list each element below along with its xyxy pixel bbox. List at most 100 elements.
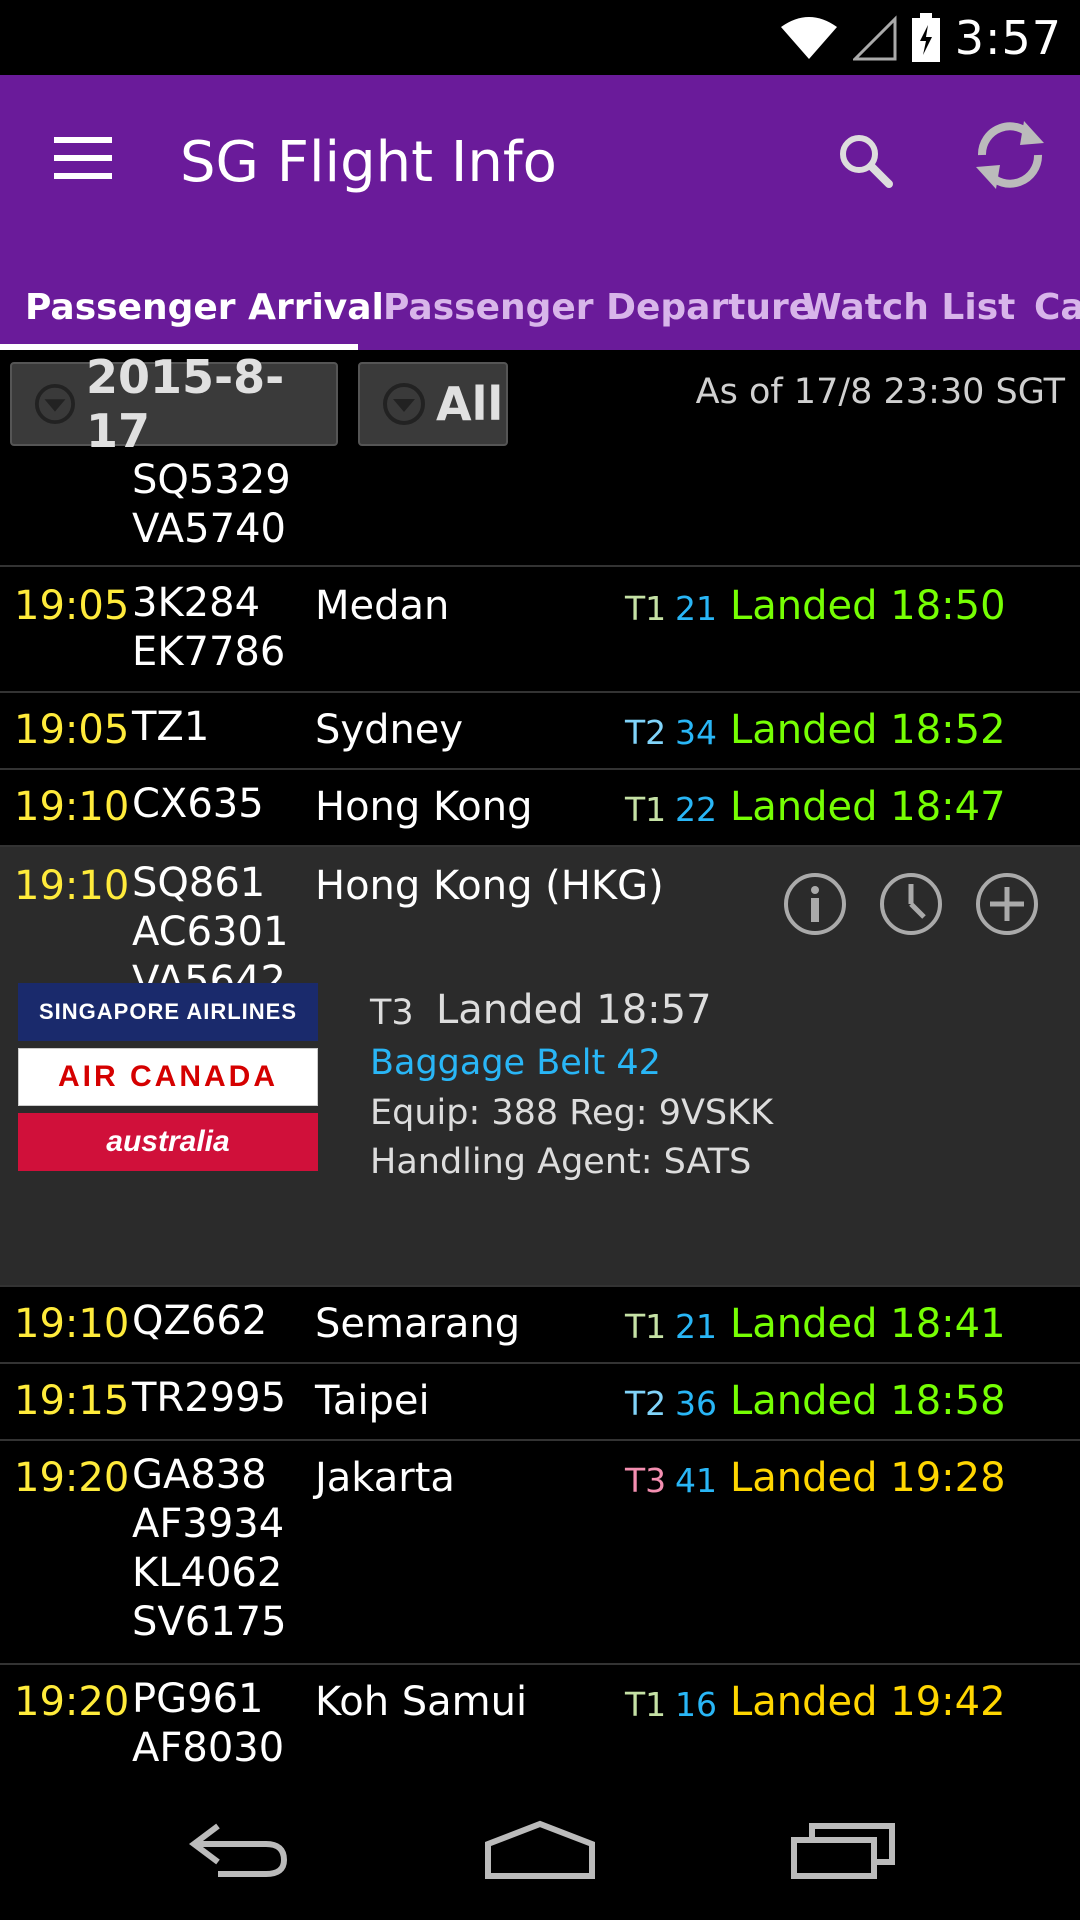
tab-passenger-arrival[interactable]: Passenger Arrival — [25, 270, 384, 350]
home-icon[interactable] — [484, 1820, 596, 1880]
origin-city: Taipei — [315, 1378, 430, 1424]
flight-number: TR2995 — [132, 1375, 287, 1421]
battery-icon — [911, 12, 940, 62]
origin-city: Koh Samui — [315, 1679, 528, 1725]
terminal: T1 — [625, 790, 667, 829]
flight-status: Landed 18:41 — [730, 1301, 1006, 1347]
table-row[interactable]: 19:10 QZ662 Semarang T1 21 Landed 18:41 — [0, 1287, 1080, 1364]
refresh-icon[interactable] — [970, 115, 1050, 195]
flight-status: Landed 18:47 — [730, 784, 1006, 830]
flight-number: PG961 — [132, 1676, 264, 1722]
air-canada-logo: AIR CANADA — [18, 1048, 318, 1106]
menu-icon[interactable] — [54, 135, 112, 181]
flight-number: EK7786 — [132, 629, 286, 675]
scheduled-time: 19:10 — [14, 863, 130, 909]
app-title: SG Flight Info — [180, 130, 557, 195]
as-of-timestamp: As of 17/8 23:30 SGT — [695, 372, 1065, 412]
status-bar: 3:57 — [0, 0, 1080, 75]
recent-apps-icon[interactable] — [790, 1820, 896, 1880]
info-icon[interactable] — [782, 871, 848, 937]
tab-bar: Passenger Arrival Passenger Departure Wa… — [0, 270, 1080, 350]
tab-passenger-departure[interactable]: Passenger Departure — [383, 270, 813, 350]
flight-number: SV6175 — [132, 1599, 287, 1645]
scheduled-time: 19:10 — [14, 784, 130, 830]
gate: 34 — [675, 713, 717, 752]
clock-icon[interactable] — [878, 871, 944, 937]
origin-city: Sydney — [315, 707, 464, 753]
flight-status: Landed 19:28 — [730, 1455, 1006, 1501]
arrival-list: SQ5329 VA5740 19:05 3K284 EK7786 Medan T… — [0, 450, 1080, 1780]
flight-number: TZ1 — [132, 704, 210, 750]
chevron-down-icon — [34, 383, 75, 425]
flight-number: QZ662 — [132, 1298, 268, 1344]
baggage-belt: Baggage Belt 42 — [370, 1043, 661, 1083]
flight-number: 3K284 — [132, 580, 261, 626]
equipment-registration: Equip: 388 Reg: 9VSKK — [370, 1093, 774, 1133]
flight-status: Landed 18:58 — [730, 1378, 1006, 1424]
app-bar: SG Flight Info Passenger Arrival Passeng… — [0, 75, 1080, 350]
terminal: T1 — [625, 589, 667, 628]
table-row[interactable]: 19:20 PG961 AF8030 Koh Samui T1 16 Lande… — [0, 1665, 1080, 1780]
wifi-icon — [780, 16, 837, 59]
chevron-down-icon — [383, 383, 425, 425]
clock: 3:57 — [954, 10, 1062, 65]
table-row[interactable]: 19:10 CX635 Hong Kong T1 22 Landed 18:47 — [0, 770, 1080, 847]
scheduled-time: 19:05 — [14, 583, 130, 629]
table-row[interactable]: 19:20 GA838 AF3934 KL4062 SV6175 Jakarta… — [0, 1441, 1080, 1665]
terminal: T3 — [370, 993, 414, 1033]
terminal: T2 — [625, 713, 667, 752]
origin-city: Jakarta — [315, 1455, 455, 1501]
table-row[interactable]: SQ5329 VA5740 — [0, 450, 1080, 567]
flight-number: KL4062 — [132, 1550, 283, 1596]
scheduled-time: 19:05 — [14, 707, 130, 753]
origin-city: Medan — [315, 583, 450, 629]
category-label: All — [436, 377, 504, 431]
flight-number: CX635 — [132, 781, 264, 827]
flight-status: Landed 18:50 — [730, 583, 1006, 629]
back-icon[interactable] — [188, 1820, 290, 1880]
scheduled-time: 19:20 — [14, 1455, 130, 1501]
flight-number: SQ5329 — [132, 457, 291, 503]
flight-number: AC6301 — [132, 909, 289, 955]
table-row[interactable]: 19:05 TZ1 Sydney T2 34 Landed 18:52 — [0, 693, 1080, 770]
virgin-australia-logo: australia — [18, 1113, 318, 1171]
flight-status: Landed 19:42 — [730, 1679, 1006, 1725]
scheduled-time: 19:20 — [14, 1679, 130, 1725]
tab-watch-list[interactable]: Watch List — [802, 270, 1015, 350]
scheduled-time: 19:15 — [14, 1378, 130, 1424]
filter-row: 2015-8-17 All As of 17/8 23:30 SGT — [0, 350, 1080, 458]
flight-number: VA5740 — [132, 506, 286, 552]
expanded-flight-row[interactable]: 19:10 SQ861 AC6301 VA5642 Hong Kong (HKG… — [0, 847, 1080, 1287]
gate: 21 — [675, 1307, 717, 1346]
flight-number: GA838 — [132, 1452, 267, 1498]
singapore-airlines-logo: SINGAPORE AIRLINES — [18, 983, 318, 1041]
gate: 36 — [675, 1384, 717, 1423]
category-selector[interactable]: All — [358, 362, 508, 446]
scheduled-time: 19:10 — [14, 1301, 130, 1347]
flight-status: Landed 18:52 — [730, 707, 1006, 753]
gate: 22 — [675, 790, 717, 829]
flight-number: AF3934 — [132, 1501, 285, 1547]
origin-city: Hong Kong (HKG) — [315, 863, 664, 909]
cell-signal-icon — [852, 14, 897, 60]
terminal: T3 — [625, 1461, 667, 1500]
add-icon[interactable] — [974, 871, 1040, 937]
terminal: T1 — [625, 1307, 667, 1346]
gate: 21 — [675, 589, 717, 628]
flight-status: Landed 18:57 — [436, 987, 712, 1033]
origin-city: Semarang — [315, 1301, 521, 1347]
table-row[interactable]: 19:05 3K284 EK7786 Medan T1 21 Landed 18… — [0, 567, 1080, 693]
search-icon[interactable] — [835, 130, 895, 190]
tab-more[interactable]: Ca — [1034, 270, 1080, 350]
handling-agent: Handling Agent: SATS — [370, 1142, 752, 1182]
table-row[interactable]: 19:15 TR2995 Taipei T2 36 Landed 18:58 — [0, 1364, 1080, 1441]
terminal: T1 — [625, 1685, 667, 1724]
terminal: T2 — [625, 1384, 667, 1423]
flight-number: AF8030 — [132, 1725, 285, 1771]
date-label: 2015-8-17 — [85, 350, 285, 458]
date-selector[interactable]: 2015-8-17 — [10, 350, 338, 458]
flight-number: SQ861 — [132, 860, 266, 906]
navigation-bar — [0, 1780, 1080, 1920]
gate: 16 — [675, 1685, 717, 1724]
origin-city: Hong Kong — [315, 784, 533, 830]
